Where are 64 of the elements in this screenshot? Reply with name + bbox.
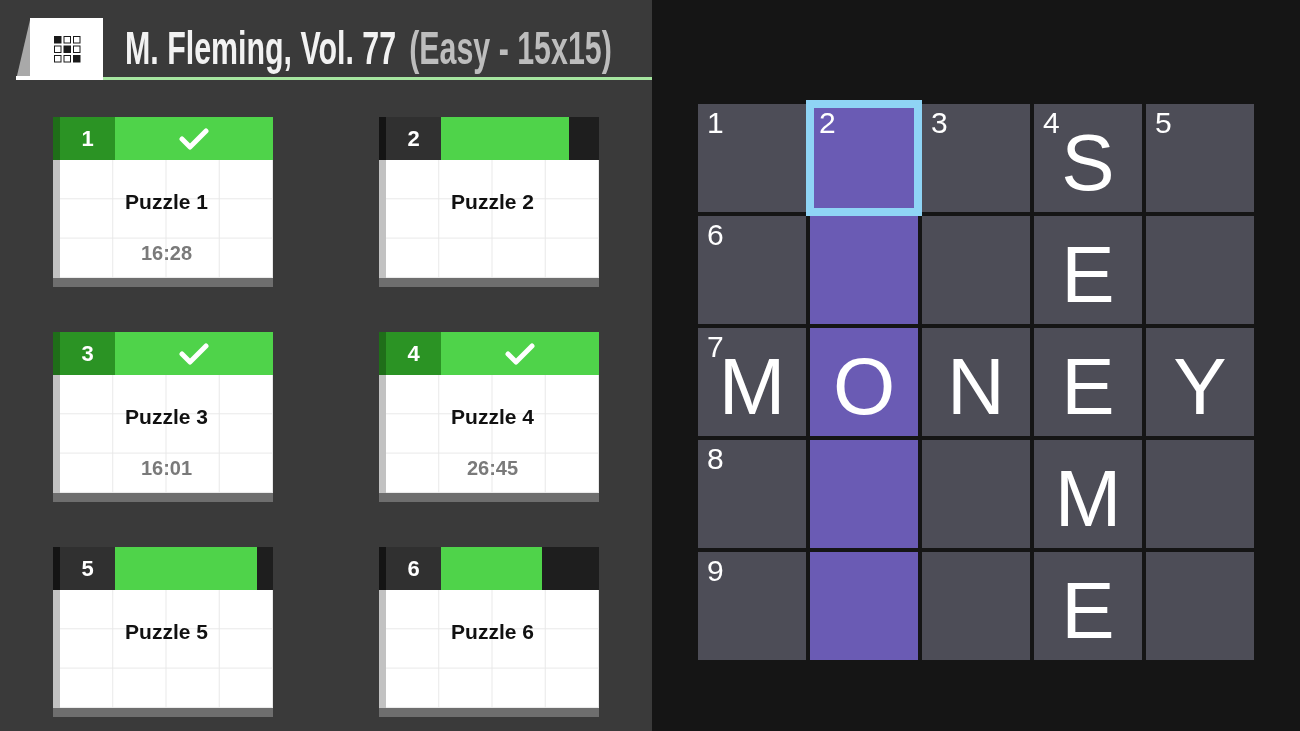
grid-cell[interactable]: E: [1034, 552, 1142, 660]
cell-letter: S: [1061, 123, 1115, 203]
grid-cell[interactable]: O: [810, 328, 918, 436]
cell-letter: O: [832, 347, 896, 427]
clue-number: 4: [1043, 108, 1060, 138]
grid-cell[interactable]: E: [1034, 328, 1142, 436]
puzzle-card[interactable]: 5 Puzzle 5: [53, 547, 273, 717]
grid-cell[interactable]: [810, 440, 918, 548]
check-icon: [505, 342, 535, 365]
grid-icon: [16, 18, 103, 80]
puzzle-number: 4: [379, 332, 441, 375]
cell-letter: M: [1054, 459, 1122, 539]
check-icon: [179, 127, 209, 150]
cell-letter: E: [1061, 571, 1115, 651]
puzzle-title: Puzzle 3: [125, 405, 208, 429]
clue-number: 1: [707, 108, 724, 138]
puzzle-time: 16:28: [140, 242, 193, 265]
puzzle-card[interactable]: 6 Puzzle 6: [379, 547, 599, 717]
check-icon: [179, 342, 209, 365]
grid-cell[interactable]: [1146, 216, 1254, 324]
clue-number: 9: [707, 556, 724, 586]
cell-letter: N: [947, 347, 1005, 427]
grid-cell[interactable]: E: [1034, 216, 1142, 324]
puzzle-number: 1: [53, 117, 115, 160]
puzzle-title: Puzzle 1: [125, 190, 208, 214]
cell-letter: Y: [1173, 347, 1227, 427]
grid-cell[interactable]: [922, 440, 1030, 548]
puzzle-title: Puzzle 6: [451, 620, 534, 644]
grid-cell[interactable]: 3: [922, 104, 1030, 212]
puzzle-number: 6: [379, 547, 441, 590]
clue-number: 5: [1155, 108, 1172, 138]
puzzle-number: 5: [53, 547, 115, 590]
cell-letter: E: [1061, 235, 1115, 315]
clue-number: 8: [707, 444, 724, 474]
grid-cell[interactable]: [1146, 440, 1254, 548]
puzzle-time: 16:01: [140, 457, 193, 480]
grid-cell[interactable]: M: [1034, 440, 1142, 548]
clue-number: 3: [931, 108, 948, 138]
puzzle-title: Puzzle 4: [451, 405, 534, 429]
grid-cell[interactable]: 6: [698, 216, 806, 324]
puzzle-number: 2: [379, 117, 441, 160]
clue-number: 6: [707, 220, 724, 250]
puzzle-card[interactable]: 3 Puzzle 3 16:01: [53, 332, 273, 502]
puzzle-number: 3: [53, 332, 115, 375]
grid-cell[interactable]: N: [922, 328, 1030, 436]
clue-number: 2: [819, 108, 836, 138]
puzzle-title: Puzzle 5: [125, 620, 208, 644]
puzzle-title: Puzzle 2: [451, 190, 534, 214]
grid-cell[interactable]: 2: [806, 100, 922, 216]
grid-cell[interactable]: Y: [1146, 328, 1254, 436]
grid-cell[interactable]: [922, 552, 1030, 660]
puzzle-card[interactable]: 1 Puzzle 1 16:28: [53, 117, 273, 287]
grid-cell[interactable]: [810, 216, 918, 324]
puzzle-time: 26:45: [466, 457, 519, 480]
grid-cell[interactable]: [810, 552, 918, 660]
grid-cell[interactable]: [1146, 552, 1254, 660]
grid-cell[interactable]: 9: [698, 552, 806, 660]
cell-letter: E: [1061, 347, 1115, 427]
puzzle-card[interactable]: 4 Puzzle 4 26:45: [379, 332, 599, 502]
grid-cell[interactable]: 8: [698, 440, 806, 548]
grid-cell[interactable]: 1: [698, 104, 806, 212]
grid-cell[interactable]: [922, 216, 1030, 324]
puzzle-card[interactable]: 2 Puzzle 2: [379, 117, 599, 287]
grid-cell[interactable]: 5: [1146, 104, 1254, 212]
